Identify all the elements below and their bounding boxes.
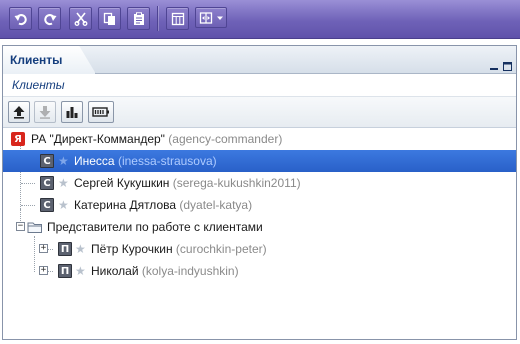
group-label: Представители по работе с клиентами bbox=[47, 220, 263, 234]
tab-clients[interactable]: Клиенты bbox=[3, 46, 96, 74]
copy-button[interactable] bbox=[98, 7, 121, 30]
tree-item-group[interactable]: − Представители по работе с клиентами bbox=[3, 216, 516, 238]
redo-button[interactable] bbox=[38, 7, 61, 30]
representative-login: (kolya-indyushkin) bbox=[141, 264, 239, 278]
clients-panel: Клиенты Клиенты Я РА "Директ-Коммандер" … bbox=[2, 45, 517, 340]
table-button[interactable] bbox=[166, 7, 189, 30]
settings-button[interactable] bbox=[88, 101, 114, 123]
client-login: (serega-kukushkin2011) bbox=[172, 176, 301, 190]
battery-icon bbox=[92, 107, 109, 117]
agency-name: РА "Директ-Коммандер" bbox=[31, 132, 165, 146]
expand-icon[interactable]: + bbox=[39, 266, 48, 275]
paste-button[interactable] bbox=[127, 7, 150, 30]
bar-chart-icon bbox=[66, 107, 78, 118]
tree-item-client[interactable]: С ★ Инесса (inessa-strausova) bbox=[3, 150, 516, 172]
download-icon bbox=[39, 106, 51, 119]
star-icon[interactable]: ★ bbox=[58, 176, 69, 190]
client-icon: С bbox=[40, 176, 54, 190]
tree-item-representative[interactable]: + П ★ Николай (kolya-indyushkin) bbox=[3, 260, 516, 282]
tree-item-client[interactable]: С ★ Сергей Кукушкин (serega-kukushkin201… bbox=[3, 172, 516, 194]
view-dropdown-button[interactable] bbox=[195, 7, 227, 28]
redo-icon bbox=[43, 13, 56, 25]
representative-icon: П bbox=[58, 242, 72, 256]
stats-button[interactable] bbox=[61, 101, 83, 123]
expand-icon[interactable]: + bbox=[39, 244, 48, 253]
toolbar-separator bbox=[157, 6, 158, 31]
panel-subheader-label: Клиенты bbox=[12, 78, 65, 92]
upload-button[interactable] bbox=[8, 101, 30, 123]
upload-icon bbox=[13, 106, 25, 119]
panel-tabstrip: Клиенты bbox=[3, 46, 516, 74]
client-name: Инесса bbox=[74, 154, 115, 168]
client-name: Катерина Дятлова bbox=[74, 198, 177, 212]
table-icon bbox=[171, 12, 184, 25]
representative-icon: П bbox=[58, 264, 72, 278]
copy-icon bbox=[103, 12, 115, 25]
scissors-icon bbox=[74, 12, 87, 26]
undo-icon bbox=[14, 13, 27, 25]
minimize-icon[interactable] bbox=[490, 56, 499, 70]
star-icon[interactable]: ★ bbox=[58, 154, 69, 168]
clients-tree: Я РА "Директ-Коммандер" (agency-commande… bbox=[3, 130, 516, 340]
client-login: (dyatel-katya) bbox=[179, 198, 253, 212]
client-login: (inessa-strausova) bbox=[117, 154, 217, 168]
star-icon[interactable]: ★ bbox=[75, 264, 86, 278]
tree-item-label: Инесса (inessa-strausova) bbox=[74, 154, 217, 168]
client-icon: С bbox=[40, 154, 54, 168]
clipboard-icon bbox=[133, 11, 144, 25]
star-icon[interactable]: ★ bbox=[75, 242, 86, 256]
representative-name: Николай bbox=[91, 264, 139, 278]
client-icon: С bbox=[40, 198, 54, 212]
panel-subheader: Клиенты bbox=[3, 74, 516, 97]
collapse-icon[interactable]: − bbox=[16, 222, 25, 231]
representative-name: Пётр Курочкин bbox=[91, 242, 173, 256]
client-name: Сергей Кукушкин bbox=[74, 176, 170, 190]
undo-button[interactable] bbox=[9, 7, 32, 30]
tree-item-label: Николай (kolya-indyushkin) bbox=[91, 264, 239, 278]
tab-clients-label: Клиенты bbox=[10, 53, 63, 67]
chevron-down-icon bbox=[217, 16, 223, 20]
maximize-icon[interactable] bbox=[503, 56, 512, 71]
tree-item-label: Пётр Курочкин (curochkin-peter) bbox=[91, 242, 267, 256]
tree-item-client[interactable]: С ★ Катерина Дятлова (dyatel-katya) bbox=[3, 194, 516, 216]
star-icon[interactable]: ★ bbox=[58, 198, 69, 212]
main-toolbar bbox=[0, 0, 520, 39]
tree-root-agency[interactable]: Я РА "Директ-Коммандер" (agency-commande… bbox=[3, 128, 516, 150]
yandex-icon: Я bbox=[11, 132, 25, 146]
agency-login: (agency-commander) bbox=[168, 132, 283, 146]
panel-toolbar bbox=[3, 97, 516, 128]
tree-item-label: Сергей Кукушкин (serega-kukushkin2011) bbox=[74, 176, 301, 190]
folder-icon bbox=[27, 220, 42, 234]
cut-button[interactable] bbox=[69, 7, 92, 30]
tree-item-representative[interactable]: + П ★ Пётр Курочкин (curochkin-peter) bbox=[3, 238, 516, 260]
tree-root-label: РА "Директ-Коммандер" (agency-commander) bbox=[31, 132, 282, 146]
representative-login: (curochkin-peter) bbox=[175, 242, 267, 256]
download-button[interactable] bbox=[34, 101, 56, 123]
columns-icon bbox=[199, 11, 213, 24]
tree-item-label: Катерина Дятлова (dyatel-katya) bbox=[74, 198, 252, 212]
